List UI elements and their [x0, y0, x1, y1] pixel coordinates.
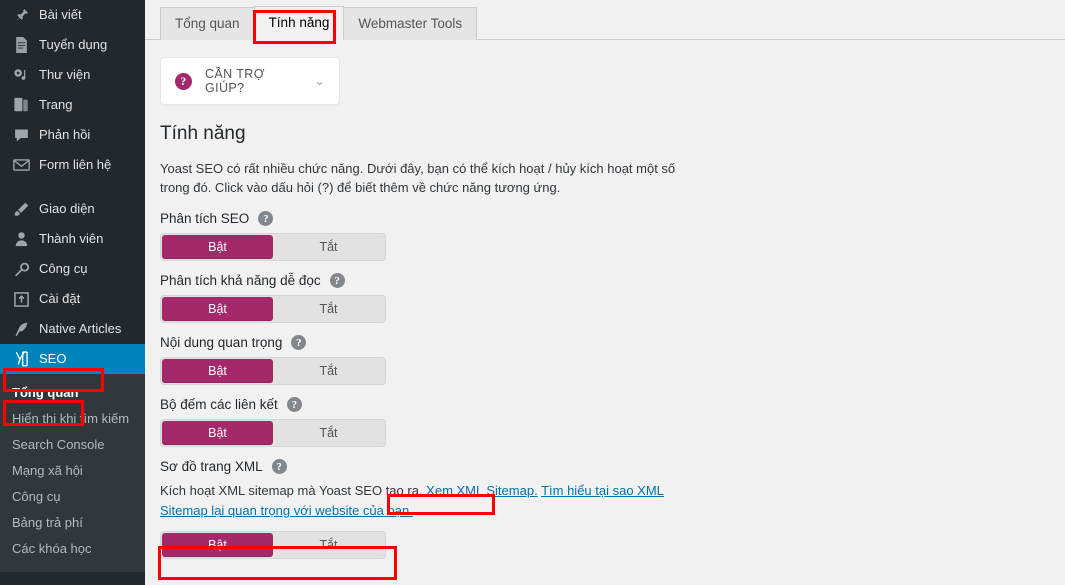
toggle-option-on[interactable]: Bật — [162, 359, 273, 383]
tab-webmaster-tools[interactable]: Webmaster Tools — [343, 7, 478, 40]
feature-label: Bộ đếm các liên kết — [160, 397, 278, 412]
toggle-option-off[interactable]: Tắt — [273, 421, 384, 445]
feature-label: Nội dung quan trọng — [160, 335, 283, 350]
user-icon — [12, 230, 30, 248]
feature-label: Phân tích khả năng dễ đọc — [160, 273, 321, 288]
media-icon — [12, 66, 30, 84]
help-question-icon: ? — [175, 72, 192, 90]
sidebar-item-pages[interactable]: Trang — [0, 90, 145, 120]
sitemap-note-text: Kích hoạt XML sitemap mà Yoast SEO tạo r… — [160, 483, 423, 498]
help-icon[interactable]: ? — [291, 335, 307, 350]
sidebar-group-admin: Giao diện Thành viên Công cụ Cài đặt Nat… — [0, 194, 145, 344]
toggle-cornerstone-content[interactable]: Bật Tắt — [160, 357, 386, 385]
pin-icon — [12, 6, 30, 24]
tab-features[interactable]: Tính năng — [253, 6, 345, 40]
feature-seo-analysis: Phân tích SEO ? Bật Tắt — [160, 211, 1065, 261]
chevron-down-icon: ⌄ — [314, 74, 325, 88]
sidebar-item-seo[interactable]: SEO — [0, 344, 145, 374]
tab-overview[interactable]: Tổng quan — [160, 7, 255, 40]
brush-icon — [12, 200, 30, 218]
feather-icon — [12, 320, 30, 338]
help-icon[interactable]: ? — [258, 211, 274, 226]
sidebar-item-comments[interactable]: Phản hồi — [0, 120, 145, 150]
toggle-option-off[interactable]: Tắt — [273, 235, 384, 259]
sidebar-item-native-articles[interactable]: Native Articles — [0, 314, 145, 344]
sidebar-item-posts[interactable]: Bài viết — [0, 0, 145, 30]
tab-bar: Tổng quan Tính năng Webmaster Tools — [145, 0, 1065, 40]
settings-icon — [12, 290, 30, 308]
feature-label-row: Phân tích khả năng dễ đọc ? — [160, 273, 1065, 288]
submenu-item-courses[interactable]: Các khóa học — [0, 536, 145, 562]
sidebar-divider — [0, 180, 145, 194]
sidebar-item-label: Form liên hệ — [39, 157, 112, 172]
toggle-option-off[interactable]: Tắt — [273, 297, 384, 321]
sidebar-item-settings[interactable]: Cài đặt — [0, 284, 145, 314]
sidebar-item-label: Thư viện — [39, 67, 91, 82]
envelope-icon — [12, 156, 30, 174]
seo-submenu: Tổng quan Hiển thị khi tìm kiếm Search C… — [0, 374, 145, 572]
yoast-logo-icon — [12, 350, 30, 368]
need-help-button[interactable]: ? CẦN TRỢ GIÚP? ⌄ — [160, 57, 340, 105]
sitemap-note: Kích hoạt XML sitemap mà Yoast SEO tạo r… — [160, 481, 700, 521]
sidebar-item-users[interactable]: Thành viên — [0, 224, 145, 254]
submenu-item-premium[interactable]: Bảng trả phí — [0, 510, 145, 536]
feature-label: Phân tích SEO — [160, 211, 250, 226]
sidebar-item-label: SEO — [39, 351, 67, 366]
admin-sidebar: Bài viết Tuyển dụng Thư viện Trang Phản … — [0, 0, 145, 585]
feature-label-row: Phân tích SEO ? — [160, 211, 1065, 226]
sidebar-item-appearance[interactable]: Giao diện — [0, 194, 145, 224]
feature-xml-sitemaps: Sơ đồ trang XML ? Kích hoạt XML sitemap … — [160, 459, 1065, 559]
feature-cornerstone-content: Nội dung quan trọng ? Bật Tắt — [160, 335, 1065, 385]
feature-text-link-counter: Bộ đếm các liên kết ? Bật Tắt — [160, 397, 1065, 447]
sidebar-item-media[interactable]: Thư viện — [0, 60, 145, 90]
page-title: Tính năng — [160, 123, 246, 144]
view-xml-sitemap-link[interactable]: Xem XML Sitemap. — [426, 483, 538, 498]
toggle-text-link-counter[interactable]: Bật Tắt — [160, 419, 386, 447]
submenu-item-search-appearance[interactable]: Hiển thị khi tìm kiếm — [0, 406, 145, 432]
toggle-option-on[interactable]: Bật — [162, 421, 273, 445]
toggle-seo-analysis[interactable]: Bật Tắt — [160, 233, 386, 261]
submenu-item-social[interactable]: Mạng xã hội — [0, 458, 145, 484]
sidebar-item-label: Trang — [39, 97, 73, 112]
help-icon[interactable]: ? — [329, 273, 345, 288]
toggle-option-off[interactable]: Tắt — [273, 359, 384, 383]
comment-icon — [12, 126, 30, 144]
features-description: Yoast SEO có rất nhiều chức năng. Dưới đ… — [160, 161, 676, 195]
sidebar-item-label: Bài viết — [39, 7, 82, 22]
sidebar-item-recruitment[interactable]: Tuyển dụng — [0, 30, 145, 60]
submenu-item-overview[interactable]: Tổng quan — [0, 380, 145, 406]
sidebar-item-tools[interactable]: Công cụ — [0, 254, 145, 284]
toggle-readability-analysis[interactable]: Bật Tắt — [160, 295, 386, 323]
feature-label-row: Bộ đếm các liên kết ? — [160, 397, 1065, 412]
sidebar-item-label: Công cụ — [39, 261, 88, 276]
help-icon[interactable]: ? — [286, 397, 302, 412]
sidebar-item-label: Native Articles — [39, 321, 122, 336]
help-icon[interactable]: ? — [271, 459, 287, 474]
features-panel: Tính năng Yoast SEO có rất nhiều chức nă… — [145, 105, 1065, 559]
feature-label-row: Sơ đồ trang XML ? — [160, 459, 1065, 474]
toggle-option-on[interactable]: Bật — [162, 533, 273, 557]
need-help-label: CẦN TRỢ GIÚP? — [205, 67, 265, 95]
sidebar-item-label: Cài đặt — [39, 291, 81, 306]
sidebar-item-label: Phản hồi — [39, 127, 91, 142]
main-content: Tổng quan Tính năng Webmaster Tools ? CẦ… — [145, 0, 1065, 585]
toggle-xml-sitemaps[interactable]: Bật Tắt — [160, 531, 386, 559]
toggle-option-off[interactable]: Tắt — [273, 533, 384, 557]
feature-label-row: Nội dung quan trọng ? — [160, 335, 1065, 350]
sidebar-item-contact-form[interactable]: Form liên hệ — [0, 150, 145, 180]
sidebar-item-label: Tuyển dụng — [39, 37, 108, 52]
sidebar-item-label: Giao diện — [39, 201, 95, 216]
submenu-item-tools[interactable]: Công cụ — [0, 484, 145, 510]
wrench-icon — [12, 260, 30, 278]
sidebar-group-content: Bài viết Tuyển dụng Thư viện Trang Phản … — [0, 0, 145, 180]
wordpress-admin-screen: Bài viết Tuyển dụng Thư viện Trang Phản … — [0, 0, 1065, 585]
document-icon — [12, 36, 30, 54]
submenu-item-search-console[interactable]: Search Console — [0, 432, 145, 458]
sidebar-item-label: Thành viên — [39, 231, 104, 246]
toggle-option-on[interactable]: Bật — [162, 235, 273, 259]
feature-readability-analysis: Phân tích khả năng dễ đọc ? Bật Tắt — [160, 273, 1065, 323]
page-icon — [12, 96, 30, 114]
feature-label: Sơ đồ trang XML — [160, 459, 263, 474]
toggle-option-on[interactable]: Bật — [162, 297, 273, 321]
